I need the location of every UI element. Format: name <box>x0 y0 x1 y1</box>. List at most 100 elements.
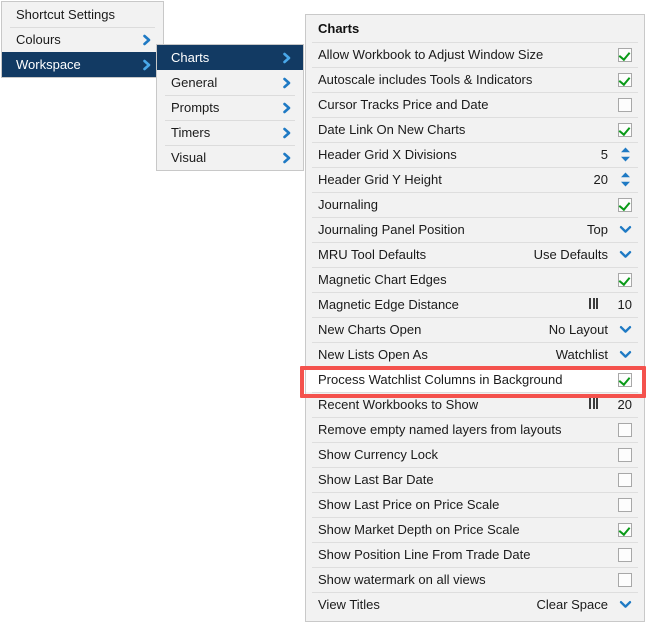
setting-label: Magnetic Chart Edges <box>318 272 447 287</box>
setting-row[interactable]: Show Market Depth on Price Scale <box>306 517 644 542</box>
setting-row[interactable]: Magnetic Edge Distance 10 <box>306 292 644 317</box>
setting-checkbox[interactable] <box>614 122 636 137</box>
slider-control[interactable] <box>589 297 612 312</box>
setting-checkbox[interactable] <box>614 472 636 487</box>
chevron-down-icon[interactable] <box>619 225 632 234</box>
stepper-updown-icon[interactable] <box>620 172 631 187</box>
menu-item-timers[interactable]: Timers <box>157 120 303 145</box>
checkbox-unchecked-icon[interactable] <box>618 472 632 487</box>
checkbox-checked-icon[interactable] <box>618 197 632 212</box>
setting-row[interactable]: Show Currency Lock <box>306 442 644 467</box>
setting-value: Clear Space <box>536 597 608 612</box>
chevron-down-icon[interactable] <box>619 350 632 359</box>
menu-item-label: Timers <box>171 125 211 140</box>
chevron-right-icon <box>283 77 291 88</box>
setting-row[interactable]: Show watermark on all views <box>306 567 644 592</box>
menu-item-label: Workspace <box>16 57 81 72</box>
checkbox-checked-icon[interactable] <box>618 122 632 137</box>
menu-item-shortcut-settings[interactable]: Shortcut Settings <box>2 2 163 27</box>
setting-dropdown[interactable] <box>614 350 636 359</box>
settings-menu-level-2: Charts General Prompts Timers Visual <box>156 44 304 171</box>
setting-dropdown[interactable] <box>614 325 636 334</box>
setting-value: 5 <box>600 147 608 162</box>
menu-item-workspace[interactable]: Workspace <box>2 52 163 77</box>
setting-label: Allow Workbook to Adjust Window Size <box>318 47 544 62</box>
setting-label: Journaling Panel Position <box>318 222 465 237</box>
setting-row[interactable]: Header Grid X Divisions 5 <box>306 142 644 167</box>
setting-checkbox[interactable] <box>614 497 636 512</box>
setting-row[interactable]: Show Last Price on Price Scale <box>306 492 644 517</box>
setting-row[interactable]: View Titles Clear Space <box>306 592 644 617</box>
checkbox-unchecked-icon[interactable] <box>618 422 632 437</box>
setting-checkbox[interactable] <box>614 522 636 537</box>
setting-row[interactable]: Remove empty named layers from layouts <box>306 417 644 442</box>
setting-dropdown[interactable] <box>614 250 636 259</box>
setting-row[interactable]: New Lists Open As Watchlist <box>306 342 644 367</box>
submenu-indicator <box>281 152 293 164</box>
checkbox-unchecked-icon[interactable] <box>618 497 632 512</box>
setting-row[interactable]: Cursor Tracks Price and Date <box>306 92 644 117</box>
checkbox-checked-icon[interactable] <box>618 72 632 87</box>
settings-menu-level-1: Shortcut Settings Colours Workspace <box>1 1 164 78</box>
setting-row[interactable]: Recent Workbooks to Show 20 <box>306 392 644 417</box>
setting-stepper[interactable] <box>614 172 636 187</box>
checkbox-checked-icon[interactable] <box>618 47 632 62</box>
chevron-down-icon[interactable] <box>619 250 632 259</box>
setting-label: Show Position Line From Trade Date <box>318 547 531 562</box>
checkbox-checked-icon[interactable] <box>618 372 632 387</box>
setting-checkbox[interactable] <box>614 572 636 587</box>
setting-row[interactable]: New Charts Open No Layout <box>306 317 644 342</box>
setting-checkbox[interactable] <box>614 422 636 437</box>
setting-label: New Lists Open As <box>318 347 428 362</box>
slider-grip-icon[interactable] <box>589 398 598 409</box>
submenu-indicator <box>141 34 153 46</box>
setting-row[interactable]: Process Watchlist Columns in Background <box>306 367 644 392</box>
setting-dropdown[interactable] <box>614 600 636 609</box>
checkbox-unchecked-icon[interactable] <box>618 572 632 587</box>
checkbox-unchecked-icon[interactable] <box>618 97 632 112</box>
setting-label: MRU Tool Defaults <box>318 247 427 262</box>
setting-row[interactable]: Magnetic Chart Edges <box>306 267 644 292</box>
setting-checkbox[interactable] <box>614 547 636 562</box>
menu-item-colours[interactable]: Colours <box>2 27 163 52</box>
setting-checkbox[interactable] <box>614 272 636 287</box>
setting-row[interactable]: MRU Tool Defaults Use Defaults <box>306 242 644 267</box>
setting-checkbox[interactable] <box>614 447 636 462</box>
menu-item-general[interactable]: General <box>157 70 303 95</box>
chevron-down-icon[interactable] <box>619 600 632 609</box>
setting-checkbox[interactable] <box>614 97 636 112</box>
setting-label: Show Currency Lock <box>318 447 438 462</box>
setting-stepper[interactable] <box>614 147 636 162</box>
menu-item-charts[interactable]: Charts <box>157 45 303 70</box>
setting-checkbox[interactable] <box>614 197 636 212</box>
setting-label: Show watermark on all views <box>318 572 486 587</box>
setting-value: Use Defaults <box>533 247 608 262</box>
chevron-right-icon <box>283 52 291 63</box>
setting-row[interactable]: Allow Workbook to Adjust Window Size <box>306 42 644 67</box>
checkbox-checked-icon[interactable] <box>618 272 632 287</box>
setting-row[interactable]: Journaling Panel Position Top <box>306 217 644 242</box>
slider-grip-icon[interactable] <box>589 298 598 309</box>
menu-item-prompts[interactable]: Prompts <box>157 95 303 120</box>
menu-item-visual[interactable]: Visual <box>157 145 303 170</box>
chevron-down-icon[interactable] <box>619 325 632 334</box>
setting-dropdown[interactable] <box>614 225 636 234</box>
slider-control[interactable] <box>589 397 612 412</box>
checkbox-unchecked-icon[interactable] <box>618 547 632 562</box>
setting-row[interactable]: Show Position Line From Trade Date <box>306 542 644 567</box>
setting-checkbox[interactable] <box>614 72 636 87</box>
stepper-updown-icon[interactable] <box>620 147 631 162</box>
submenu-indicator <box>281 102 293 114</box>
setting-checkbox[interactable] <box>614 47 636 62</box>
setting-checkbox[interactable] <box>614 372 636 387</box>
setting-row[interactable]: Autoscale includes Tools & Indicators <box>306 67 644 92</box>
setting-label: Header Grid Y Height <box>318 172 442 187</box>
setting-row[interactable]: Header Grid Y Height 20 <box>306 167 644 192</box>
checkbox-checked-icon[interactable] <box>618 522 632 537</box>
chevron-right-icon <box>283 127 291 138</box>
checkbox-unchecked-icon[interactable] <box>618 447 632 462</box>
setting-row[interactable]: Journaling <box>306 192 644 217</box>
setting-label: Autoscale includes Tools & Indicators <box>318 72 533 87</box>
setting-row[interactable]: Show Last Bar Date <box>306 467 644 492</box>
setting-row[interactable]: Date Link On New Charts <box>306 117 644 142</box>
